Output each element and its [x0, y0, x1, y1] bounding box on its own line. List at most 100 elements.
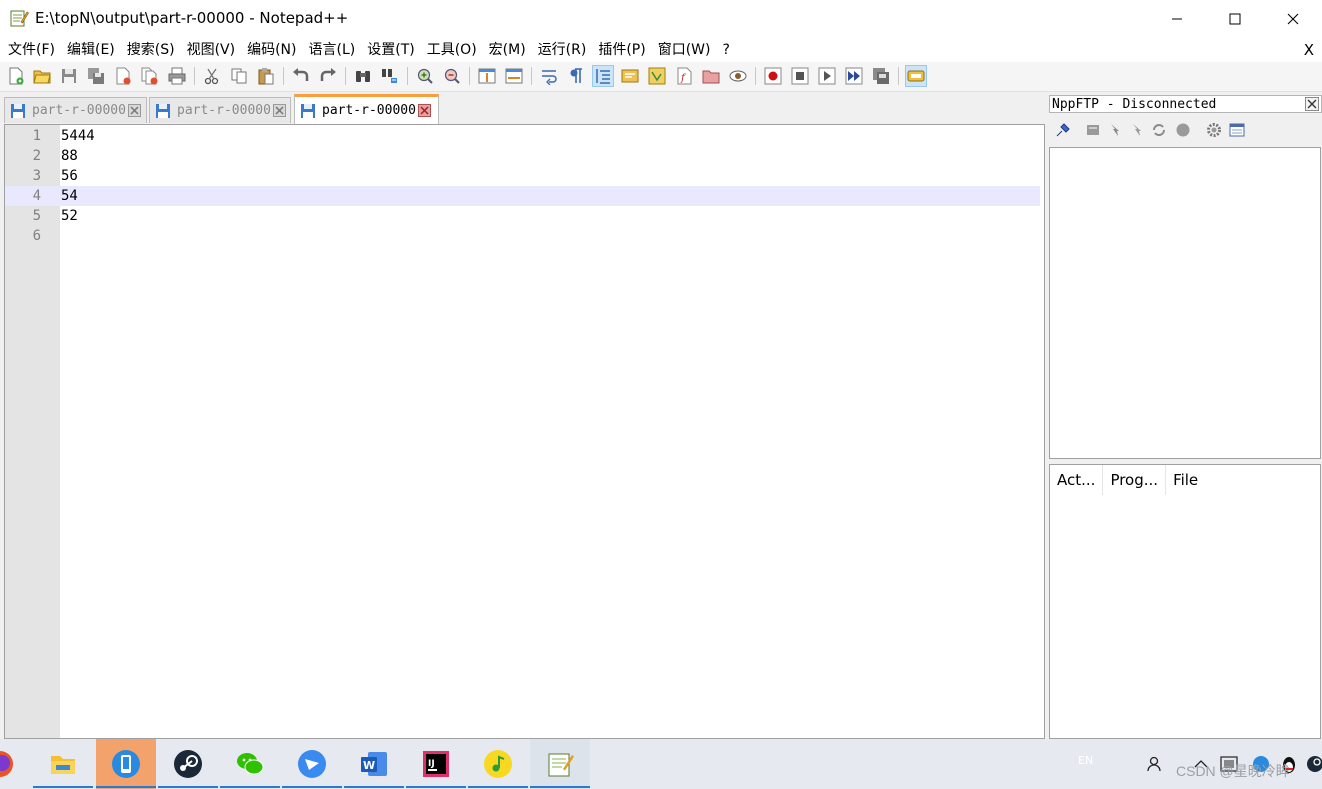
macro-record-button[interactable]	[762, 65, 784, 87]
editor-area[interactable]: 1 5444 2 88 3 56 4 54 5 52 6	[4, 124, 1045, 739]
music-icon	[484, 750, 512, 778]
new-file-button[interactable]	[5, 65, 27, 87]
menu-encoding[interactable]: 编码(N)	[241, 38, 302, 62]
ftp-open-directory-button[interactable]	[1083, 120, 1103, 140]
indent-guide-button[interactable]	[592, 65, 614, 87]
line-text[interactable]: 52	[61, 206, 78, 226]
tab-close-icon[interactable]	[417, 104, 431, 117]
taskbar-feishu[interactable]	[282, 739, 342, 789]
taskbar-firefox[interactable]	[0, 739, 30, 789]
menu-file[interactable]: 文件(F)	[2, 38, 61, 62]
menu-macro[interactable]: 宏(M)	[483, 38, 532, 62]
editor-line[interactable]: 6	[5, 226, 1040, 246]
taskbar-music-player[interactable]	[468, 739, 528, 789]
menu-settings[interactable]: 设置(T)	[361, 38, 420, 62]
line-text[interactable]: 56	[61, 166, 78, 186]
function-list-button[interactable]: f	[673, 65, 695, 87]
ftp-download-button[interactable]	[1105, 120, 1125, 140]
editor-line[interactable]: 1 5444	[5, 126, 1040, 146]
editor-line[interactable]: 5 52	[5, 206, 1040, 226]
redo-button[interactable]	[317, 65, 339, 87]
zoom-out-button[interactable]	[441, 65, 463, 87]
tab-close-icon[interactable]	[272, 104, 286, 117]
ftp-upload-button[interactable]	[1127, 120, 1147, 140]
tab-part-r-00000-3[interactable]: part-r-00000	[294, 94, 439, 124]
user-defined-language-button[interactable]	[619, 65, 641, 87]
folder-as-workspace-button[interactable]	[700, 65, 722, 87]
macro-run-multiple-button[interactable]	[843, 65, 865, 87]
ftp-refresh-button[interactable]	[1149, 120, 1169, 140]
line-text[interactable]: 88	[61, 146, 78, 166]
editor-line-current[interactable]: 4 54	[5, 186, 1040, 206]
menu-plugins[interactable]: 插件(P)	[592, 38, 651, 62]
ftp-transfer-queue[interactable]: Act... Prog... File	[1049, 464, 1321, 739]
taskbar-notepad-plus-plus[interactable]	[530, 739, 590, 789]
cut-button[interactable]	[201, 65, 223, 87]
tray-people[interactable]	[1145, 753, 1167, 775]
ftp-directory-tree[interactable]	[1049, 147, 1321, 459]
tray-input-language[interactable]: EN	[1078, 754, 1093, 767]
file-explorer-icon	[51, 756, 75, 774]
queue-column-progress[interactable]: Prog...	[1103, 465, 1167, 495]
title-bar: E:\topN\output\part-r-00000 - Notepad++	[0, 0, 1322, 38]
print-button[interactable]	[166, 65, 188, 87]
menu-view[interactable]: 视图(V)	[181, 38, 242, 62]
wechat-icon	[237, 753, 264, 775]
save-all-button[interactable]	[85, 65, 107, 87]
document-map-button[interactable]	[646, 65, 668, 87]
find-button[interactable]	[352, 65, 374, 87]
menu-edit[interactable]: 编辑(E)	[61, 38, 121, 62]
macro-save-button[interactable]	[870, 65, 892, 87]
paste-button[interactable]	[255, 65, 277, 87]
show-all-characters-button[interactable]	[565, 65, 587, 87]
taskbar-intellij-idea[interactable]: IJ	[406, 739, 466, 789]
tab-part-r-00000-2[interactable]: part-r-00000	[149, 97, 291, 123]
replace-button[interactable]	[379, 65, 401, 87]
ftp-connect-button[interactable]	[1053, 120, 1073, 140]
menu-tools[interactable]: 工具(O)	[421, 38, 483, 62]
close-file-button[interactable]	[112, 65, 134, 87]
ftp-abort-button[interactable]	[1173, 120, 1193, 140]
menu-run[interactable]: 运行(R)	[532, 38, 593, 62]
undo-button[interactable]	[290, 65, 312, 87]
ftp-message-window-button[interactable]	[1227, 120, 1247, 140]
save-button[interactable]	[58, 65, 80, 87]
minimize-button[interactable]	[1148, 0, 1206, 38]
nppftp-toggle-button[interactable]	[905, 65, 927, 87]
line-text[interactable]: 5444	[61, 126, 95, 146]
close-document-button[interactable]: X	[1304, 38, 1314, 62]
editor-line[interactable]: 2 88	[5, 146, 1040, 166]
copy-button[interactable]	[228, 65, 250, 87]
line-text[interactable]: 54	[61, 186, 78, 206]
queue-column-file[interactable]: File	[1166, 465, 1205, 495]
tab-part-r-00000-1[interactable]: part-r-00000	[4, 97, 147, 123]
close-all-button[interactable]	[139, 65, 161, 87]
play-icon	[818, 67, 836, 85]
menu-window[interactable]: 窗口(W)	[652, 38, 717, 62]
macro-play-button[interactable]	[816, 65, 838, 87]
queue-column-action[interactable]: Act...	[1050, 465, 1104, 495]
word-wrap-button[interactable]	[538, 65, 560, 87]
ftp-settings-button[interactable]	[1204, 120, 1224, 140]
server-icon	[1087, 125, 1099, 135]
menu-help[interactable]: ?	[717, 38, 736, 62]
open-file-button[interactable]	[31, 65, 53, 87]
tray-steam[interactable]	[1304, 753, 1322, 775]
taskbar-wechat[interactable]	[220, 739, 280, 789]
tab-close-icon[interactable]	[127, 104, 141, 117]
macro-stop-button[interactable]	[789, 65, 811, 87]
taskbar-word[interactable]: W	[344, 739, 404, 789]
taskbar-steam[interactable]	[158, 739, 218, 789]
close-window-button[interactable]	[1264, 0, 1322, 38]
taskbar-file-explorer[interactable]	[33, 739, 93, 789]
taskbar-phone-link[interactable]	[96, 739, 156, 789]
editor-line[interactable]: 3 56	[5, 166, 1040, 186]
maximize-button[interactable]	[1206, 0, 1264, 38]
sync-vertical-scroll-button[interactable]	[476, 65, 498, 87]
monitoring-button[interactable]	[727, 65, 749, 87]
menu-search[interactable]: 搜索(S)	[121, 38, 181, 62]
sync-horizontal-scroll-button[interactable]	[503, 65, 525, 87]
panel-close-icon[interactable]	[1305, 97, 1319, 111]
menu-language[interactable]: 语言(L)	[303, 38, 362, 62]
zoom-in-button[interactable]	[414, 65, 436, 87]
